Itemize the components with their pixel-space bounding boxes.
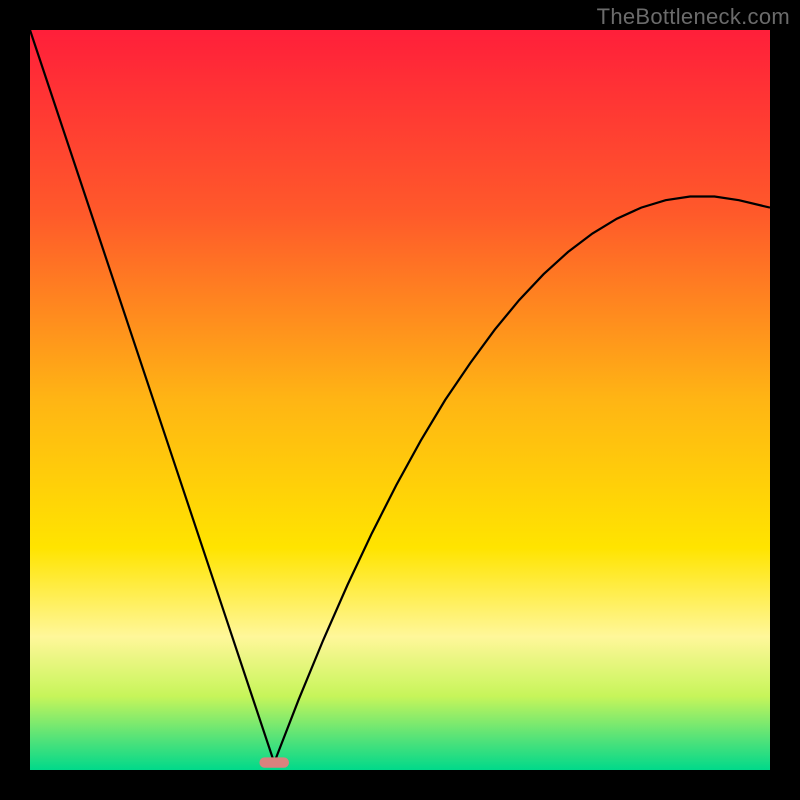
chart-svg bbox=[30, 30, 770, 770]
chart-frame: TheBottleneck.com bbox=[0, 0, 800, 800]
gradient-rect bbox=[30, 30, 770, 770]
minimum-marker bbox=[259, 757, 289, 767]
plot-area bbox=[30, 30, 770, 770]
watermark-text: TheBottleneck.com bbox=[597, 4, 790, 30]
